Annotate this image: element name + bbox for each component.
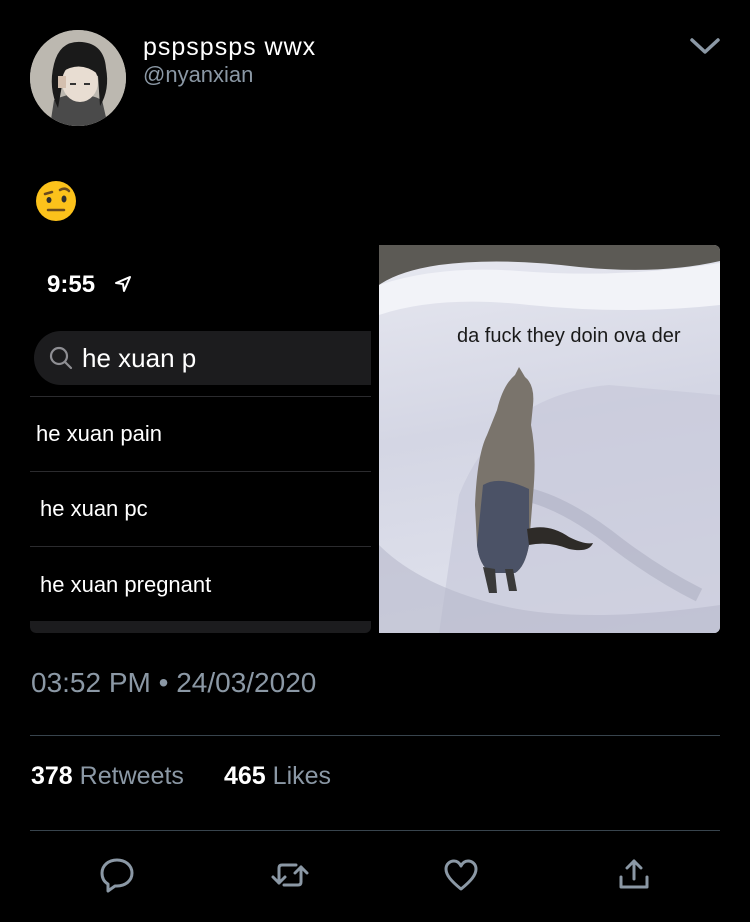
avatar-image [30,30,126,126]
cat-meme-image[interactable]: da fuck they doin ova der [379,245,720,633]
avatar[interactable] [30,30,126,126]
share-icon[interactable] [614,855,654,895]
search-suggestion: he xuan pain [36,421,162,446]
tweet-timestamp[interactable]: 03:52 PM • 24/03/2020 [31,667,316,699]
divider [30,396,371,397]
retweet-icon[interactable] [270,855,310,895]
retweets-count: 378 [31,762,73,790]
meme-caption: da fuck they doin ova der [457,325,681,347]
retweets-stat[interactable]: 378 Retweets [31,762,184,791]
divider [30,546,371,547]
reply-icon[interactable] [97,855,137,895]
location-arrow-icon [115,276,131,292]
likes-count: 465 [224,762,266,790]
phone-search-bar: he xuan p [34,331,371,385]
divider [30,735,720,736]
cat-meme-picture [379,245,720,633]
search-suggestion: he xuan pregnant [40,572,212,597]
chevron-down-icon[interactable] [688,34,722,58]
likes-label: Likes [272,762,332,790]
phone-search-query: he xuan p [82,343,197,373]
search-icon [49,346,73,370]
phone-time: 9:55 [47,271,96,298]
retweets-label: Retweets [79,762,184,790]
phone-screenshot-image[interactable]: 9:55 he xuan p he xuan pain he xuan pc h… [30,245,371,633]
heart-icon[interactable] [441,855,481,895]
divider [30,471,371,472]
display-name[interactable]: pspspsps wwx [143,33,316,62]
raised-eyebrow-emoji-icon [36,181,76,221]
phone-keyboard-edge [30,621,371,633]
divider [30,830,720,831]
user-handle[interactable]: @nyanxian [143,62,253,88]
search-suggestion: he xuan pc [40,496,148,521]
likes-stat[interactable]: 465 Likes [224,762,331,791]
